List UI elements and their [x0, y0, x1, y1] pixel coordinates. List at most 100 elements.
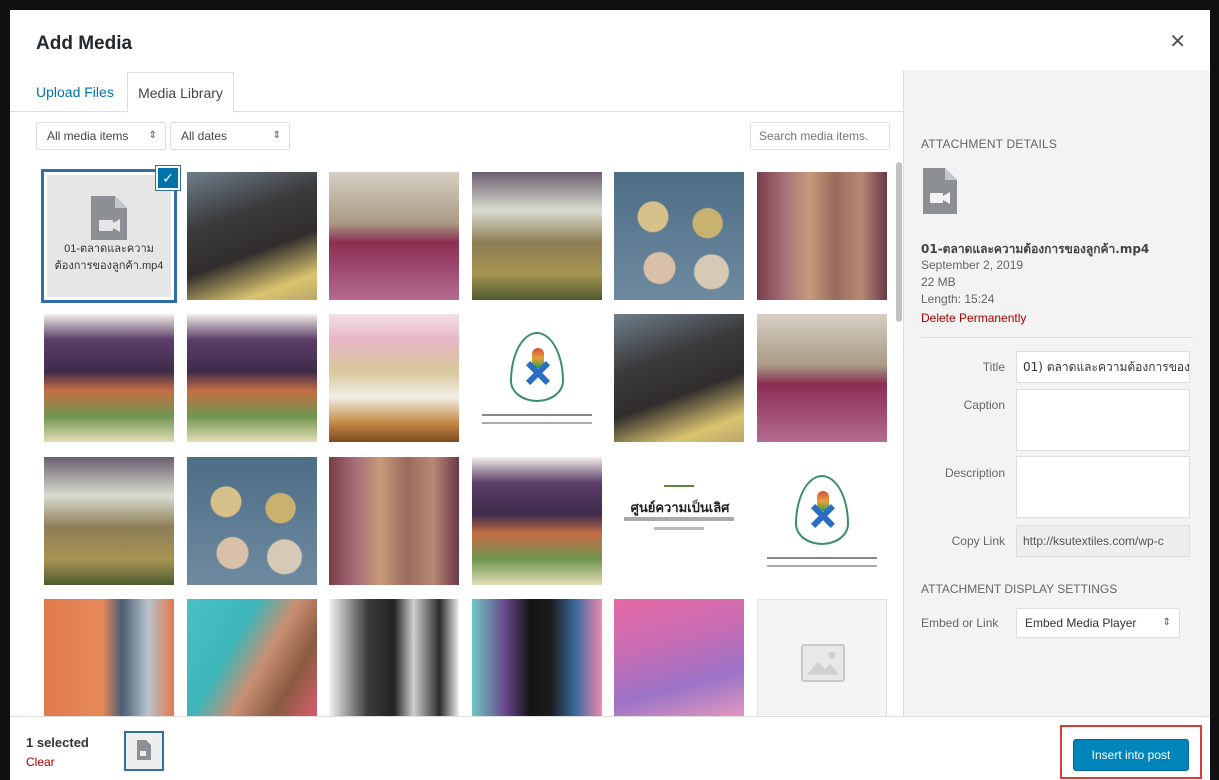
media-item[interactable] [614, 599, 744, 716]
delete-permanently-link[interactable]: Delete Permanently [921, 311, 1026, 325]
attachment-details-heading: ATTACHMENT DETAILS [921, 137, 1058, 151]
search-input[interactable] [750, 122, 890, 150]
jars-photo [44, 457, 174, 585]
grid-scrollbar[interactable] [895, 162, 903, 716]
media-item[interactable] [472, 457, 602, 585]
media-item[interactable] [614, 172, 744, 300]
thai-text-image: ศูนย์ความเป็นเลิศ [614, 457, 744, 585]
media-item[interactable] [44, 599, 174, 716]
bowls-photo [187, 457, 317, 585]
modal-header: Add Media ✕ [10, 10, 1210, 70]
caption-field[interactable] [1016, 389, 1190, 451]
media-item[interactable] [472, 599, 602, 716]
media-item[interactable] [44, 457, 174, 585]
image-placeholder [757, 599, 887, 716]
title-field[interactable]: 01) ตลาดและความต้องการของ [1016, 351, 1190, 383]
center-logo-image [757, 457, 887, 585]
media-item[interactable] [329, 314, 459, 442]
close-icon[interactable]: ✕ [1169, 32, 1186, 52]
logo-caption-lines [767, 557, 877, 567]
gradient-image [614, 599, 744, 716]
media-tabs: Upload Files Media Library [10, 72, 903, 113]
fashion-photo [329, 599, 459, 716]
media-item[interactable] [757, 599, 887, 716]
cosmetics-photo [44, 314, 174, 442]
textile-photo [329, 172, 459, 300]
media-item[interactable] [614, 314, 744, 442]
media-item[interactable] [757, 314, 887, 442]
logo-caption-lines [482, 414, 592, 424]
cosmetics-photo [187, 314, 317, 442]
tab-media-library[interactable]: Media Library [127, 72, 234, 113]
video-file-icon [923, 168, 957, 214]
modal-footer: 1 selected Clear Insert into post [10, 716, 1210, 780]
media-item[interactable] [187, 172, 317, 300]
attachment-filename: 01-ตลาดและความต้องการของลูกค้า.mp4 [921, 242, 1150, 256]
fashion-photo [472, 599, 602, 716]
display-settings-heading: ATTACHMENT DISPLAY SETTINGS [921, 582, 1118, 596]
media-item[interactable] [472, 314, 602, 442]
select-arrows-icon: ⇕ [1162, 617, 1171, 628]
clear-selection-link[interactable]: Clear [26, 755, 55, 769]
video-file-icon [91, 196, 127, 240]
divider [921, 337, 1193, 338]
textile-photo [187, 172, 317, 300]
media-item-filename: 01-ตลาดและความต้องการของลูกค้า.mp4 [54, 243, 164, 272]
media-item[interactable] [44, 314, 174, 442]
media-grid: 01-ตลาดและความต้องการของลูกค้า.mp4 ✓ ศูน… [32, 162, 892, 716]
thai-image-heading: ศูนย์ความเป็นเลิศ [630, 501, 730, 516]
media-item[interactable] [187, 457, 317, 585]
media-item[interactable] [187, 314, 317, 442]
fashion-photo [44, 599, 174, 716]
cosmetics-photo [472, 457, 602, 585]
media-item[interactable] [329, 457, 459, 585]
select-arrows-icon: ⇕ [272, 130, 281, 141]
selection-count: 1 selected [26, 735, 89, 750]
image-placeholder-icon [801, 644, 845, 682]
bowls-photo [614, 172, 744, 300]
embed-or-link-label: Embed or Link [921, 616, 999, 630]
insert-into-post-button[interactable]: Insert into post [1073, 739, 1189, 771]
checkmark-icon[interactable]: ✓ [156, 166, 180, 190]
media-type-filter-value: All media items [47, 129, 129, 143]
title-label: Title [982, 360, 1005, 374]
attachment-date: September 2, 2019 [921, 258, 1024, 272]
media-item[interactable]: ศูนย์ความเป็นเลิศ [614, 457, 744, 585]
modal-title: Add Media [36, 33, 133, 54]
caption-label: Caption [963, 398, 1005, 412]
attachment-length: Length: 15:24 [921, 292, 995, 306]
select-arrows-icon: ⇕ [148, 130, 157, 141]
media-item[interactable] [329, 599, 459, 716]
description-label: Description [944, 466, 1005, 480]
textile-photo [757, 314, 887, 442]
media-item[interactable] [757, 457, 887, 585]
media-library-panel: All media items ⇕ All dates ⇕ 01-ตลาดและ… [10, 112, 903, 716]
center-logo-image [472, 314, 602, 442]
media-item[interactable] [757, 172, 887, 300]
date-filter[interactable]: All dates ⇕ [170, 122, 290, 150]
attachment-details-sidebar: ATTACHMENT DETAILS 01-ตลาดและความต้องการ… [903, 70, 1210, 716]
spiral-snacks-photo [757, 172, 887, 300]
selected-item-thumbnail[interactable] [124, 731, 164, 771]
textile-photo [614, 314, 744, 442]
media-item[interactable] [187, 599, 317, 716]
video-file-icon [137, 740, 151, 760]
spiral-snacks-photo [329, 457, 459, 585]
description-field[interactable] [1016, 456, 1190, 518]
copy-link-field[interactable]: http://ksutextiles.com/wp-c [1016, 525, 1190, 557]
tab-upload-files[interactable]: Upload Files [26, 72, 124, 112]
add-media-modal: Add Media ✕ Upload Files Media Library A… [10, 10, 1210, 780]
copy-link-label: Copy Link [951, 534, 1005, 548]
media-type-filter[interactable]: All media items ⇕ [36, 122, 166, 150]
thai-subtitle-line [624, 517, 734, 521]
media-item[interactable] [472, 172, 602, 300]
embed-or-link-select[interactable]: Embed Media Player ⇕ [1016, 608, 1180, 638]
fashion-photo [187, 599, 317, 716]
date-filter-value: All dates [181, 129, 228, 143]
thai-subtitle-line [654, 527, 704, 530]
scrollbar-thumb[interactable] [896, 162, 902, 322]
ceremony-photo [329, 314, 459, 442]
media-item[interactable] [329, 172, 459, 300]
media-item-selected[interactable]: 01-ตลาดและความต้องการของลูกค้า.mp4 ✓ [44, 166, 180, 300]
thai-logo-mark [664, 477, 694, 487]
